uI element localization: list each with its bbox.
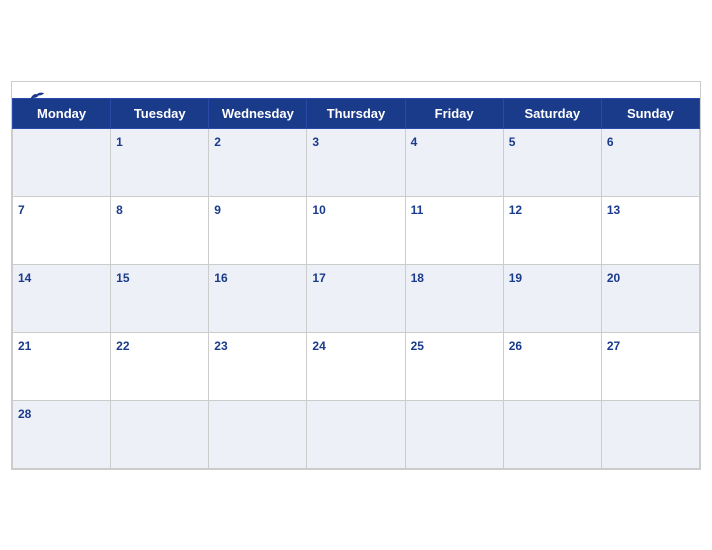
day-number: 11 xyxy=(411,203,424,217)
week-row-5: 28 xyxy=(13,400,700,468)
calendar-cell: 20 xyxy=(601,264,699,332)
calendar-cell: 25 xyxy=(405,332,503,400)
day-number: 1 xyxy=(116,135,123,149)
logo-bird-icon xyxy=(28,90,46,104)
calendar-cell xyxy=(307,400,405,468)
calendar-cell: 1 xyxy=(111,128,209,196)
calendar-cell xyxy=(503,400,601,468)
weekday-header-row: MondayTuesdayWednesdayThursdayFridaySatu… xyxy=(13,98,700,128)
calendar-cell: 19 xyxy=(503,264,601,332)
logo-area xyxy=(28,90,48,104)
calendar-cell: 22 xyxy=(111,332,209,400)
calendar-cell: 8 xyxy=(111,196,209,264)
calendar-header xyxy=(12,82,700,98)
day-number: 12 xyxy=(509,203,522,217)
calendar-cell: 3 xyxy=(307,128,405,196)
calendar-cell: 21 xyxy=(13,332,111,400)
weekday-header-saturday: Saturday xyxy=(503,98,601,128)
logo-blue-area xyxy=(28,90,48,104)
calendar-cell xyxy=(13,128,111,196)
calendar-cell xyxy=(601,400,699,468)
day-number: 13 xyxy=(607,203,620,217)
day-number: 22 xyxy=(116,339,129,353)
calendar-cell: 14 xyxy=(13,264,111,332)
day-number: 7 xyxy=(18,203,25,217)
day-number: 19 xyxy=(509,271,522,285)
calendar-cell xyxy=(111,400,209,468)
calendar-cell xyxy=(209,400,307,468)
calendar-cell: 16 xyxy=(209,264,307,332)
day-number: 8 xyxy=(116,203,123,217)
day-number: 15 xyxy=(116,271,129,285)
calendar-cell: 15 xyxy=(111,264,209,332)
calendar-cell: 10 xyxy=(307,196,405,264)
day-number: 18 xyxy=(411,271,424,285)
calendar-cell: 12 xyxy=(503,196,601,264)
day-number: 2 xyxy=(214,135,221,149)
calendar-cell: 4 xyxy=(405,128,503,196)
calendar-cell: 2 xyxy=(209,128,307,196)
calendar-cell: 13 xyxy=(601,196,699,264)
day-number: 6 xyxy=(607,135,614,149)
calendar-cell: 17 xyxy=(307,264,405,332)
day-number: 4 xyxy=(411,135,418,149)
calendar-cell: 6 xyxy=(601,128,699,196)
day-number: 10 xyxy=(312,203,325,217)
day-number: 28 xyxy=(18,407,31,421)
day-number: 27 xyxy=(607,339,620,353)
calendar-cell: 7 xyxy=(13,196,111,264)
day-number: 9 xyxy=(214,203,221,217)
week-row-1: 1 2 3 4 5 6 xyxy=(13,128,700,196)
weekday-header-thursday: Thursday xyxy=(307,98,405,128)
week-row-2: 7 8 9 10 11 12 13 xyxy=(13,196,700,264)
weekday-header-friday: Friday xyxy=(405,98,503,128)
day-number: 3 xyxy=(312,135,319,149)
calendar-cell: 9 xyxy=(209,196,307,264)
calendar-cell: 24 xyxy=(307,332,405,400)
calendar-cell xyxy=(405,400,503,468)
weekday-header-sunday: Sunday xyxy=(601,98,699,128)
day-number: 14 xyxy=(18,271,31,285)
day-number: 17 xyxy=(312,271,325,285)
weekday-header-tuesday: Tuesday xyxy=(111,98,209,128)
day-number: 26 xyxy=(509,339,522,353)
day-number: 23 xyxy=(214,339,227,353)
week-row-4: 21 22 23 24 25 26 27 xyxy=(13,332,700,400)
day-number: 25 xyxy=(411,339,424,353)
calendar-cell: 23 xyxy=(209,332,307,400)
day-number: 24 xyxy=(312,339,325,353)
calendar-grid: MondayTuesdayWednesdayThursdayFridaySatu… xyxy=(12,98,700,469)
calendar-cell: 28 xyxy=(13,400,111,468)
week-row-3: 14 15 16 17 18 19 20 xyxy=(13,264,700,332)
day-number: 20 xyxy=(607,271,620,285)
weekday-header-wednesday: Wednesday xyxy=(209,98,307,128)
day-number: 5 xyxy=(509,135,516,149)
day-number: 21 xyxy=(18,339,31,353)
calendar-cell: 5 xyxy=(503,128,601,196)
day-number: 16 xyxy=(214,271,227,285)
calendar-cell: 27 xyxy=(601,332,699,400)
calendar-container: MondayTuesdayWednesdayThursdayFridaySatu… xyxy=(11,81,701,470)
calendar-cell: 11 xyxy=(405,196,503,264)
calendar-cell: 18 xyxy=(405,264,503,332)
calendar-cell: 26 xyxy=(503,332,601,400)
